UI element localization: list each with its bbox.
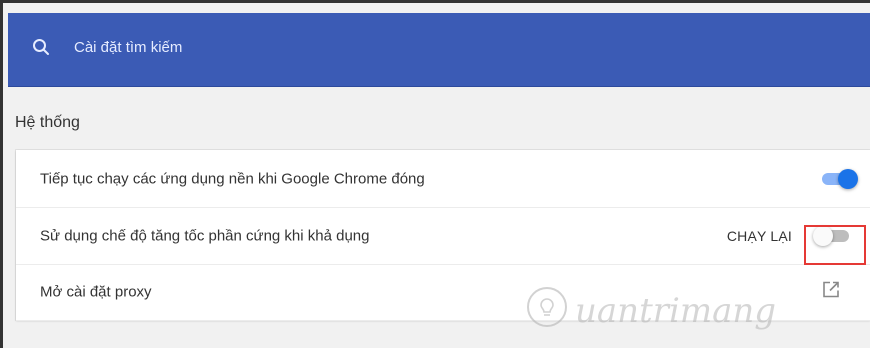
setting-label: Tiếp tục chạy các ứng dụng nền khi Googl… (40, 170, 425, 187)
setting-row-hardware-acceleration[interactable]: Sử dụng chế độ tăng tốc phần cứng khi kh… (16, 207, 870, 265)
setting-label: Mở cài đặt proxy (40, 283, 152, 301)
section-title: Hệ thống (15, 114, 80, 131)
search-input[interactable]: Cài đặt tìm kiếm (74, 39, 182, 56)
search-bar[interactable]: Cài đặt tìm kiếm (32, 13, 182, 81)
background-apps-toggle[interactable] (820, 168, 858, 189)
setting-row-proxy[interactable]: Mở cài đặt proxy (16, 264, 870, 321)
relaunch-button[interactable]: CHẠY LẠI (727, 228, 792, 244)
toggle-knob (838, 168, 858, 189)
settings-header: Cài đặt tìm kiếm (8, 13, 870, 87)
external-link-icon[interactable] (822, 281, 840, 304)
search-icon (32, 38, 50, 56)
highlight-box (804, 225, 866, 265)
settings-card: Tiếp tục chạy các ứng dụng nền khi Googl… (16, 150, 870, 321)
setting-row-background-apps[interactable]: Tiếp tục chạy các ứng dụng nền khi Googl… (16, 150, 870, 208)
setting-label: Sử dụng chế độ tăng tốc phần cứng khi kh… (40, 227, 370, 244)
